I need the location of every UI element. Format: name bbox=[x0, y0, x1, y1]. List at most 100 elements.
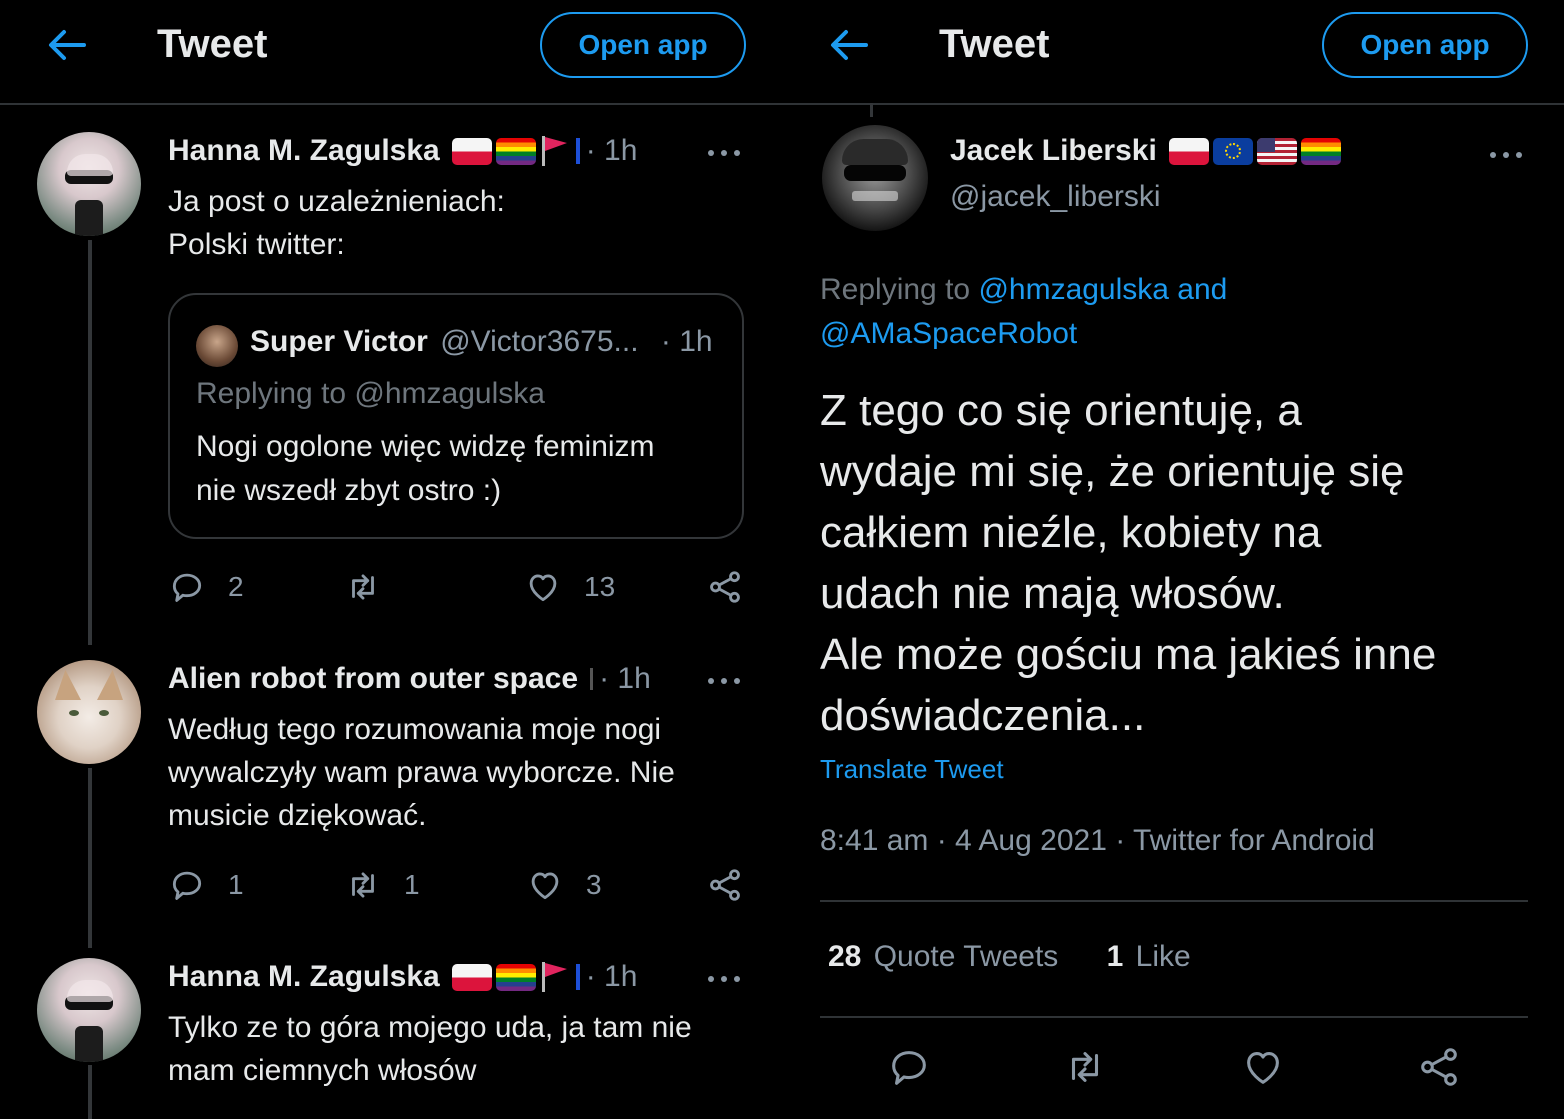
more-icon[interactable] bbox=[1490, 145, 1524, 165]
tweet-text-line: musicie dziękować. bbox=[168, 799, 427, 832]
more-icon[interactable] bbox=[708, 671, 742, 691]
retweet-count: 1 bbox=[404, 869, 420, 900]
open-app-button[interactable]: Open app bbox=[540, 12, 746, 78]
reply-button[interactable]: 1 bbox=[168, 865, 244, 905]
share-button[interactable] bbox=[706, 865, 744, 905]
tweet-body-line: udach nie mają włosów. bbox=[820, 569, 1285, 618]
replying-to-label: Replying to bbox=[820, 273, 971, 306]
poland-flag-icon bbox=[1168, 137, 1209, 165]
more-icon[interactable] bbox=[708, 969, 742, 989]
tweet-header: Alien robot from outer space · 1h bbox=[168, 662, 651, 696]
replying-to: Replying to @hmzagulska and @AMaSpaceRob… bbox=[820, 268, 1227, 356]
like-count: 3 bbox=[586, 869, 602, 900]
reply-icon bbox=[172, 871, 202, 900]
back-arrow-icon[interactable] bbox=[828, 28, 868, 62]
tweet-actions: 1 1 3 bbox=[168, 865, 748, 905]
author-name[interactable]: Hanna M. Zagulska bbox=[168, 960, 440, 994]
quoted-tweet-header: Super Victor @Victor3675... · 1h bbox=[250, 325, 713, 359]
retweet-button[interactable] bbox=[344, 567, 382, 607]
quoted-text-line: nie wszedł zbyt ostro :) bbox=[196, 474, 502, 507]
tweet-text-line: Tylko ze to góra mojego uda, ja tam nie bbox=[168, 1011, 692, 1044]
quoted-tweet[interactable]: Super Victor @Victor3675... · 1h Replyin… bbox=[168, 293, 744, 539]
tweet-timestamp[interactable]: 8:41 am · 4 Aug 2021 · Twitter for Andro… bbox=[820, 824, 1375, 858]
avatar[interactable] bbox=[822, 125, 928, 231]
replying-to-user-link[interactable]: @AMaSpaceRobot bbox=[820, 312, 1227, 356]
thread-line bbox=[870, 103, 873, 117]
translate-tweet-link[interactable]: Translate Tweet bbox=[820, 754, 1004, 785]
author-handle[interactable]: @jacek_liberski bbox=[950, 180, 1161, 214]
back-arrow-icon[interactable] bbox=[46, 28, 86, 62]
eu-flag-icon bbox=[1212, 137, 1253, 165]
reply-icon[interactable] bbox=[886, 1044, 932, 1090]
quoted-author-handle: @Victor3675... bbox=[440, 325, 639, 358]
tweet-time[interactable]: · 1h bbox=[599, 662, 651, 696]
tweet-actions bbox=[820, 1044, 1528, 1092]
author-row: Jacek Liberski bbox=[950, 134, 1341, 168]
tweet-text-line: Polski twitter: bbox=[168, 228, 345, 261]
quoted-text-line: Nogi ogolone więc widzę feminizm bbox=[196, 430, 655, 463]
reply-count: 1 bbox=[228, 869, 244, 900]
divider bbox=[820, 1016, 1528, 1018]
quoted-tweet-time: · 1h bbox=[660, 325, 713, 358]
quote-tweets-stat[interactable]: 28 Quote Tweets bbox=[828, 940, 1067, 973]
reply-button[interactable]: 2 bbox=[168, 567, 244, 607]
tweet-text-line: Ja post o uzależnieniach: bbox=[168, 185, 505, 218]
retweet-icon bbox=[352, 872, 374, 898]
likes-stat[interactable]: 1 Like bbox=[1107, 940, 1191, 973]
author-name[interactable]: Alien robot from outer space bbox=[168, 662, 578, 696]
like-button[interactable]: 3 bbox=[526, 865, 602, 905]
tweet-header: Hanna M. Zagulska · 1h bbox=[168, 960, 637, 994]
top-bar: Tweet Open app bbox=[782, 0, 1564, 105]
reply-icon bbox=[172, 573, 202, 602]
like-icon[interactable] bbox=[1240, 1044, 1286, 1090]
quoted-author-name: Super Victor bbox=[250, 325, 428, 358]
tweet-body-line: doświadczenia... bbox=[820, 691, 1146, 740]
quote-count: 28 bbox=[828, 940, 862, 973]
left-screenshot-panel: Tweet Open app Hanna M. Zagulska · 1h Ja… bbox=[0, 0, 782, 1119]
like-label: Like bbox=[1135, 940, 1191, 973]
replying-to-users[interactable]: @hmzagulska and bbox=[978, 273, 1227, 306]
divider bbox=[820, 900, 1528, 902]
tweet-time[interactable]: · 1h bbox=[586, 134, 638, 168]
thread-line bbox=[88, 240, 92, 645]
avatar[interactable] bbox=[37, 660, 141, 764]
like-button[interactable]: 13 bbox=[524, 567, 615, 607]
share-icon bbox=[710, 869, 740, 901]
tweet-stats: 28 Quote Tweets 1 Like bbox=[828, 940, 1191, 974]
thread-line bbox=[88, 768, 92, 948]
tweet-header: Hanna M. Zagulska · 1h bbox=[168, 134, 637, 168]
retweet-icon[interactable] bbox=[1062, 1044, 1108, 1090]
tweet-text: Według tego rozumowania moje nogi wywalc… bbox=[168, 708, 675, 837]
share-icon bbox=[710, 571, 740, 603]
share-icon[interactable] bbox=[1416, 1044, 1462, 1090]
quoted-replying-to: Replying to @hmzagulska bbox=[196, 377, 545, 410]
tweet-text: Tylko ze to góra mojego uda, ja tam nie … bbox=[168, 1006, 692, 1092]
author-name[interactable]: Hanna M. Zagulska bbox=[168, 134, 440, 168]
top-bar: Tweet Open app bbox=[0, 0, 782, 105]
tweet-body-line: wydaje mi się, że orientuję się bbox=[820, 447, 1405, 496]
page-title: Tweet bbox=[157, 22, 268, 66]
tweet-actions: 2 13 bbox=[168, 567, 748, 607]
red-flag-icon bbox=[541, 136, 567, 166]
tweet-body: Z tego co się orientuję, a wydaje mi się… bbox=[820, 380, 1436, 746]
usa-flag-icon bbox=[1256, 137, 1297, 165]
tweet-text-line: wywalczyły wam prawa wyborcze. Nie bbox=[168, 756, 675, 789]
share-button[interactable] bbox=[706, 567, 744, 607]
reply-count: 2 bbox=[228, 571, 244, 602]
author-name[interactable]: Jacek Liberski bbox=[950, 134, 1157, 168]
quote-label: Quote Tweets bbox=[873, 940, 1059, 973]
rainbow-flag-icon bbox=[1300, 137, 1341, 165]
avatar[interactable] bbox=[37, 132, 141, 236]
rainbow-flag-icon bbox=[495, 137, 536, 165]
more-icon[interactable] bbox=[708, 143, 742, 163]
open-app-button[interactable]: Open app bbox=[1322, 12, 1528, 78]
tweet-text-line: Według tego rozumowania moje nogi bbox=[168, 713, 662, 746]
avatar[interactable] bbox=[37, 958, 141, 1062]
retweet-icon bbox=[352, 574, 374, 600]
name-emojis bbox=[1168, 137, 1341, 165]
poland-flag-icon bbox=[451, 963, 492, 991]
retweet-button[interactable]: 1 bbox=[344, 865, 420, 905]
right-screenshot-panel: Tweet Open app Jacek Liberski @jacek_lib… bbox=[782, 0, 1564, 1119]
tweet-time[interactable]: · 1h bbox=[586, 960, 638, 994]
like-count: 13 bbox=[584, 571, 616, 602]
